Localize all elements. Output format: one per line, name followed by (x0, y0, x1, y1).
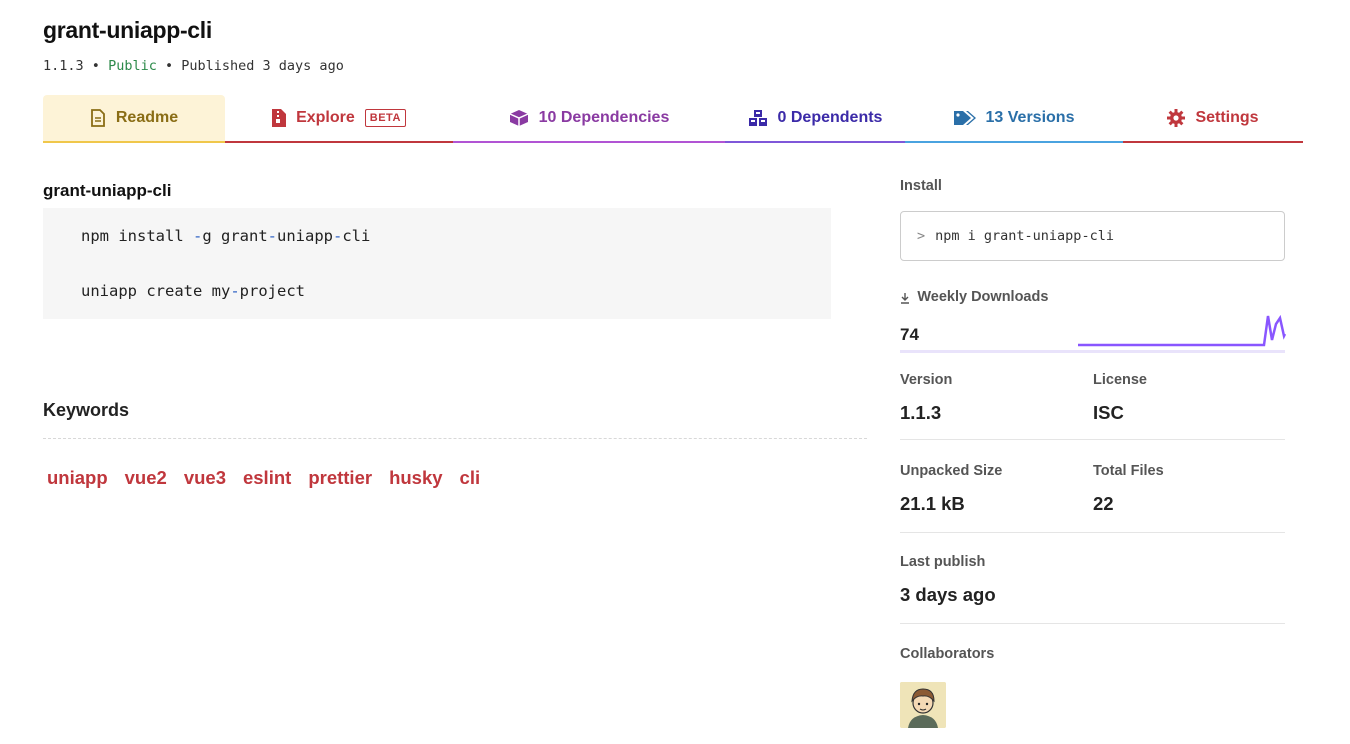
sparkline-path (1078, 314, 1286, 347)
package-version: 1.1.3 (43, 58, 84, 74)
install-label: Install (900, 178, 942, 194)
keyword-link[interactable]: prettier (308, 467, 372, 489)
beta-badge: BETA (364, 109, 406, 127)
published-date: Published 3 days ago (181, 58, 344, 74)
total-files-value: 22 (1093, 493, 1114, 514)
code-operator: - (267, 227, 277, 245)
divider (900, 532, 1285, 533)
box-icon (509, 109, 529, 127)
tab-settings[interactable]: Settings (1123, 95, 1303, 143)
collaborators-label: Collaborators (900, 646, 995, 662)
meta-separator: • (91, 58, 100, 74)
tab-settings-label: Settings (1195, 109, 1259, 126)
download-icon (900, 290, 913, 304)
code-text: cli (342, 227, 371, 245)
license-value: ISC (1093, 402, 1124, 423)
avatar-illustration (900, 682, 946, 728)
install-command-box[interactable]: > npm i grant-uniapp-cli (900, 211, 1285, 261)
gear-icon (1167, 109, 1186, 127)
readme-code-block: npm install -g grant-uniapp-cli uniapp c… (43, 208, 831, 319)
tab-readme[interactable]: Readme (43, 95, 225, 143)
divider (43, 438, 867, 439)
keywords-list: uniapp vue2 vue3 eslint prettier husky c… (47, 467, 480, 489)
package-meta: 1.1.3 • Public • Published 3 days ago (43, 58, 344, 74)
last-publish-value: 3 days ago (900, 584, 996, 605)
readme-heading: grant-uniapp-cli (43, 181, 172, 200)
keyword-link[interactable]: husky (389, 467, 442, 489)
downloads-sparkline (1078, 314, 1286, 347)
collaborator-avatar[interactable] (900, 682, 946, 728)
keyword-link[interactable]: eslint (243, 467, 291, 489)
weekly-downloads-label: Weekly Downloads (900, 289, 1048, 305)
cubes-icon (748, 109, 768, 127)
meta-separator: • (164, 58, 174, 74)
version-label: Version (900, 372, 953, 388)
package-tabs: Readme Explore BETA 10 Dependencies 0 De… (43, 95, 1303, 143)
prompt-icon: > (917, 228, 926, 244)
keyword-link[interactable]: cli (460, 467, 481, 489)
version-value: 1.1.3 (900, 402, 942, 423)
tab-readme-label: Readme (115, 109, 179, 126)
keyword-link[interactable]: vue3 (184, 467, 226, 489)
weekly-downloads-value: 74 (900, 325, 919, 344)
code-operator: - (230, 282, 240, 300)
code-line: uniapp create my-project (81, 281, 831, 309)
tab-dependents[interactable]: 0 Dependents (725, 95, 905, 143)
tab-dependencies[interactable]: 10 Dependencies (453, 95, 725, 143)
code-line: npm install -g grant-uniapp-cli (81, 226, 831, 254)
install-command: npm i grant-uniapp-cli (935, 228, 1114, 244)
code-text: project (239, 282, 305, 300)
unpacked-size-value: 21.1 kB (900, 493, 965, 514)
tags-icon (953, 110, 976, 126)
keyword-link[interactable]: uniapp (47, 467, 108, 489)
keyword-link[interactable]: vue2 (125, 467, 167, 489)
divider (900, 623, 1285, 624)
tab-explore-label: Explore (296, 109, 355, 126)
last-publish-label: Last publish (900, 554, 986, 570)
code-text: uniapp (277, 227, 333, 245)
code-text: g grant (202, 227, 268, 245)
file-archive-icon (272, 109, 287, 127)
sparkline-baseline (900, 350, 1285, 353)
unpacked-size-label: Unpacked Size (900, 463, 1003, 479)
keywords-heading: Keywords (43, 400, 130, 420)
package-title: grant-uniapp-cli (43, 17, 212, 43)
tab-dependents-label: 0 Dependents (777, 109, 883, 126)
tab-versions[interactable]: 13 Versions (905, 95, 1123, 143)
visibility-badge: Public (108, 58, 157, 74)
tab-versions-label: 13 Versions (985, 109, 1075, 126)
license-label: License (1093, 372, 1147, 388)
code-text: uniapp create my (81, 282, 231, 300)
code-text: npm install (81, 227, 193, 245)
divider (900, 439, 1285, 440)
weekly-downloads-text: Weekly Downloads (917, 289, 1049, 305)
total-files-label: Total Files (1093, 463, 1164, 479)
tab-explore[interactable]: Explore BETA (225, 95, 453, 143)
document-icon (90, 109, 106, 127)
code-operator: - (333, 227, 343, 245)
tab-dependencies-label: 10 Dependencies (538, 109, 670, 126)
code-operator: - (192, 227, 203, 245)
